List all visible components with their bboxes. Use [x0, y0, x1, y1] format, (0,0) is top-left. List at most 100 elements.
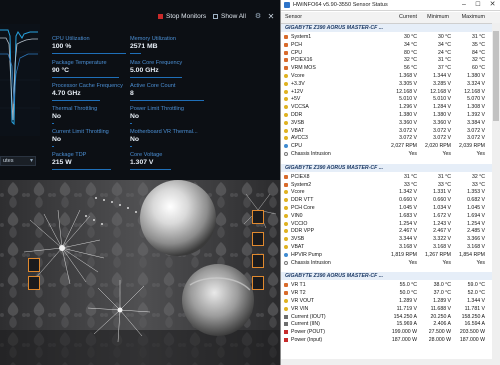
- sensor-current: 30 °C: [403, 34, 417, 40]
- sensor-row[interactable]: VIN0 1.683 V 1.672 V 1.694 V: [281, 212, 493, 220]
- sensor-row[interactable]: PCIEX16 32 °C 31 °C 32 °C: [281, 56, 493, 64]
- metric-tile[interactable]: Processor Cache Frequency 4.70 GHz: [52, 83, 126, 103]
- sensor-row[interactable]: VR VIN 11.719 V 11.688 V 11.781 V: [281, 305, 493, 313]
- metric-tile[interactable]: Package Temperature 90 °C: [52, 60, 126, 80]
- metric-label: Max Core Frequency: [130, 60, 183, 66]
- power-icon: [284, 338, 288, 342]
- metric-tile[interactable]: Memory Utilization 2571 MB: [130, 36, 204, 56]
- horizontal-scrollbar[interactable]: [281, 359, 500, 365]
- sensor-row[interactable]: Chassis Intrusion Yes Yes Yes: [281, 259, 493, 267]
- sensor-row[interactable]: +12V 12.168 V 12.168 V 12.168 V: [281, 88, 493, 96]
- current-icon: [284, 322, 288, 327]
- column-minimum[interactable]: Minimum: [423, 12, 449, 23]
- sensor-row[interactable]: CPU 80 °C 24 °C 84 °C: [281, 49, 493, 57]
- sensor-row[interactable]: CPU 2,027 RPM 2,020 RPM 2,039 RPM: [281, 142, 493, 150]
- sensor-row[interactable]: VBAT 3.072 V 3.072 V 3.072 V: [281, 127, 493, 135]
- sensor-row[interactable]: VCCIO 1.254 V 1.243 V 1.254 V: [281, 220, 493, 228]
- metric-tile[interactable]: Active Core Count 8: [130, 83, 204, 103]
- close-icon[interactable]: ✕: [485, 0, 500, 10]
- sensor-row[interactable]: Power (Input) 187.000 W 28.000 W 187.000 W: [281, 336, 493, 344]
- metric-tile[interactable]: Current Limit Throttling No: [52, 129, 126, 149]
- sensor-row[interactable]: Current (IIN) 15.969 A 2.406 A 16.594 A: [281, 320, 493, 328]
- sensor-group-header[interactable]: GIGABYTE Z390 AORUS MASTER-CF ...: [281, 163, 493, 172]
- sensor-row[interactable]: VR VOUT 1.289 V 1.289 V 1.344 V: [281, 297, 493, 305]
- voltage-icon: [284, 190, 288, 195]
- show-all-toggle[interactable]: Show All: [213, 13, 253, 21]
- sensor-row[interactable]: HPVIR Pump 1,819 RPM 1,267 RPM 1,854 RPM: [281, 251, 493, 259]
- sensor-row[interactable]: Vcore 1.368 V 1.344 V 1.380 V: [281, 72, 493, 80]
- sensor-current: 1.045 V: [399, 205, 417, 211]
- metric-tile[interactable]: CPU Utilization 100 %: [52, 36, 126, 56]
- column-maximum[interactable]: Maximum: [459, 12, 485, 23]
- sensor-row[interactable]: +5V 5.010 V 5.010 V 5.070 V: [281, 95, 493, 103]
- metric-level-bar: [130, 146, 132, 147]
- maximize-icon[interactable]: ☐: [471, 0, 485, 10]
- sensor-maximum: 3.072 V: [467, 135, 485, 142]
- sensor-row[interactable]: Vcore 1.342 V 1.331 V 1.353 V: [281, 188, 493, 196]
- sensor-row[interactable]: 3VSB 3.360 V 3.360 V 3.384 V: [281, 119, 493, 127]
- sensor-row[interactable]: +3.3V 3.305 V 3.285 V 3.324 V: [281, 80, 493, 88]
- sensor-row[interactable]: DDR 1.380 V 1.380 V 1.392 V: [281, 111, 493, 119]
- metric-value: 215 W: [52, 159, 72, 166]
- sensor-minimum: Yes: [442, 259, 451, 266]
- voltage-icon: [284, 74, 288, 78]
- sensor-row[interactable]: VR T2 50.0 °C 37.0 °C 52.0 °C: [281, 289, 493, 297]
- stop-monitors-button[interactable]: Stop Monitors: [158, 13, 212, 21]
- sensor-group-name: GIGABYTE Z390 AORUS MASTER-CF ...: [285, 273, 384, 280]
- metric-tile[interactable]: Core Voltage 1.307 V: [130, 152, 204, 172]
- minimize-icon[interactable]: –: [457, 0, 471, 10]
- sensor-maximum: 84 °C: [471, 49, 485, 56]
- sensor-row[interactable]: PCH 34 °C 34 °C 35 °C: [281, 41, 493, 49]
- voltage-icon: [284, 89, 288, 94]
- sensor-row[interactable]: PCIEX8 31 °C 31 °C 32 °C: [281, 173, 493, 181]
- sensor-name: VR VOUT: [291, 298, 315, 304]
- metric-tile[interactable]: Max Core Frequency 5.00 GHz: [130, 60, 204, 80]
- scrollbar-thumb[interactable]: [493, 31, 499, 121]
- metric-tile[interactable]: Package TDP 215 W: [52, 152, 126, 172]
- sensor-row[interactable]: PCH Core 1.045 V 1.034 V 1.045 V: [281, 204, 493, 212]
- sensor-row[interactable]: System2 33 °C 33 °C 33 °C: [281, 181, 493, 189]
- scene-thumbnail: [252, 210, 264, 224]
- sensor-row[interactable]: AVCC3 3.072 V 3.072 V 3.072 V: [281, 134, 493, 142]
- close-icon[interactable]: ✕: [266, 13, 276, 21]
- metric-tile[interactable]: Motherboard VR Thermal... No: [130, 129, 204, 149]
- thermometer-icon: [284, 291, 288, 296]
- sensor-minimum: 1.284 V: [433, 104, 451, 111]
- metric-tile[interactable]: Power Limit Throttling No: [130, 106, 204, 126]
- sensor-row[interactable]: DDR VPP 2.467 V 2.467 V 2.485 V: [281, 227, 493, 235]
- column-sensor[interactable]: Sensor: [285, 12, 355, 23]
- sensor-row[interactable]: System1 30 °C 30 °C 31 °C: [281, 33, 493, 41]
- sensor-minimum: 1.243 V: [433, 220, 451, 227]
- sensor-row[interactable]: Power (POUT) 199.000 W 27.500 W 203.500 W: [281, 328, 493, 336]
- sensor-current: 1.368 V: [399, 73, 417, 79]
- sensor-row[interactable]: Chassis Intrusion Yes Yes Yes: [281, 150, 493, 158]
- sensor-maximum: 33 °C: [471, 181, 485, 188]
- time-range-select[interactable]: utes ▾: [0, 156, 36, 166]
- sensor-current: 2.467 V: [399, 228, 417, 235]
- sensor-name: VR VIN: [291, 305, 309, 312]
- column-current[interactable]: Current: [391, 12, 417, 23]
- voltage-icon: [284, 105, 288, 110]
- sensor-row[interactable]: VRM MOS 56 °C 37 °C 60 °C: [281, 64, 493, 72]
- thermometer-icon: [284, 42, 288, 47]
- sensor-row[interactable]: VCCSA 1.296 V 1.284 V 1.308 V: [281, 103, 493, 111]
- voltage-icon: [284, 206, 288, 210]
- sensor-minimum: 28.000 W: [428, 337, 451, 343]
- sensor-group-header[interactable]: GIGABYTE Z390 AORUS MASTER-CF ...: [281, 272, 493, 281]
- gear-icon[interactable]: ⚙: [254, 13, 262, 21]
- sensor-row[interactable]: 3VSB 3.344 V 3.322 V 3.366 V: [281, 235, 493, 243]
- sensor-name: HPVIR Pump: [291, 251, 322, 258]
- sensor-group-header[interactable]: GIGABYTE Z390 AORUS MASTER-CF ...: [281, 24, 493, 32]
- sensor-minimum: 31 °C: [437, 57, 451, 64]
- hwinfo-window: HWiNFO64 v5.90-3550 Sensor Status – ☐ ✕ …: [280, 0, 500, 365]
- sensor-name: CPU: [291, 143, 302, 150]
- metric-level-bar: [52, 77, 119, 78]
- sensor-row[interactable]: DDR VTT 0.660 V 0.660 V 0.682 V: [281, 196, 493, 204]
- metric-tile[interactable]: Thermal Throttling No: [52, 106, 126, 126]
- sensor-row[interactable]: Current (IOUT) 154.250 A 20.250 A 158.250 A: [281, 313, 493, 321]
- voltage-icon: [284, 245, 288, 249]
- vertical-scrollbar[interactable]: [492, 23, 500, 359]
- sensor-row[interactable]: VR T1 55.0 °C 38.0 °C 59.0 °C: [281, 281, 493, 289]
- sensor-row[interactable]: VBAT 3.168 V 3.168 V 3.168 V: [281, 243, 493, 251]
- sensor-minimum: 5.010 V: [433, 96, 451, 103]
